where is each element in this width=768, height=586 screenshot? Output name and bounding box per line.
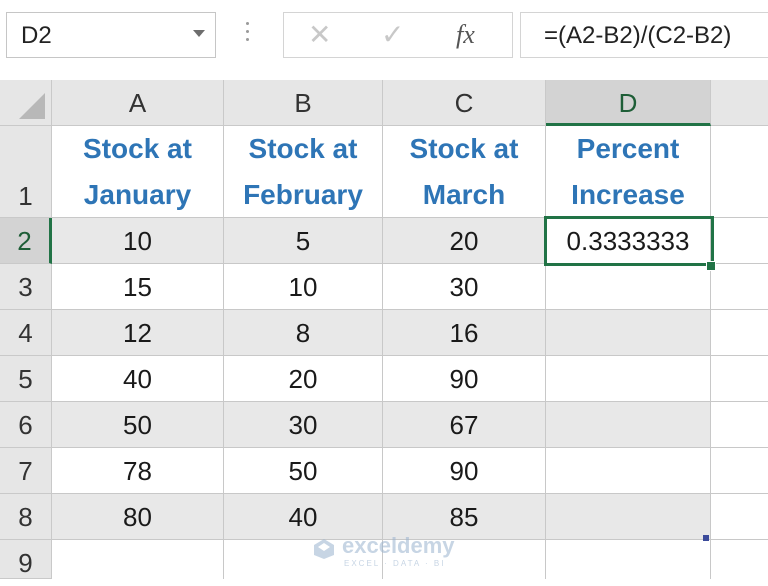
fill-handle[interactable]: [706, 261, 716, 271]
row-header-8[interactable]: 8: [0, 494, 52, 540]
select-all-button[interactable]: [0, 80, 52, 126]
row-header-9[interactable]: 9: [0, 540, 52, 579]
cell-e9[interactable]: [711, 540, 768, 579]
watermark-tagline: EXCEL · DATA · BI: [344, 559, 446, 568]
row-header-5[interactable]: 5: [0, 356, 52, 402]
cell-e1[interactable]: [711, 126, 768, 218]
cell-e6[interactable]: [711, 402, 768, 448]
cell-e5[interactable]: [711, 356, 768, 402]
cell-b7[interactable]: 50: [224, 448, 383, 494]
drag-grip-icon[interactable]: [246, 22, 250, 48]
column-header-c[interactable]: C: [383, 80, 546, 126]
cell-c1[interactable]: Stock at March: [383, 126, 546, 218]
row-header-2[interactable]: 2: [0, 218, 52, 264]
formula-text: =(A2-B2)/(C2-B2): [544, 22, 732, 49]
row-header-7[interactable]: 7: [0, 448, 52, 494]
cell-d4[interactable]: [546, 310, 711, 356]
cell-c1-line2: March: [422, 179, 506, 210]
cell-a9[interactable]: [52, 540, 224, 579]
cell-d9[interactable]: [546, 540, 711, 579]
column-header-a[interactable]: A: [52, 80, 224, 126]
cell-a4[interactable]: 12: [52, 310, 224, 356]
cell-d8[interactable]: [546, 494, 711, 540]
active-cell-border: [544, 216, 714, 266]
chevron-down-icon[interactable]: [193, 30, 205, 37]
cell-b2[interactable]: 5: [224, 218, 383, 264]
name-box-value: D2: [21, 22, 52, 49]
check-icon[interactable]: ✓: [381, 19, 404, 51]
cell-a1[interactable]: Stock at January: [52, 126, 224, 218]
formula-input[interactable]: =(A2-B2)/(C2-B2): [520, 12, 768, 58]
cell-b6[interactable]: 30: [224, 402, 383, 448]
cell-b1-line2: February: [243, 179, 363, 210]
cell-d1[interactable]: Percent Increase: [546, 126, 711, 218]
cell-c5[interactable]: 90: [383, 356, 546, 402]
row-header-6[interactable]: 6: [0, 402, 52, 448]
cell-a2[interactable]: 10: [52, 218, 224, 264]
cell-c3[interactable]: 30: [383, 264, 546, 310]
cell-b1-line1: Stock at: [248, 133, 358, 164]
cancel-icon[interactable]: ✕: [308, 19, 331, 51]
formula-buttons: ✕ ✓ fx: [283, 12, 513, 58]
select-all-triangle-icon: [19, 93, 45, 119]
cell-c2[interactable]: 20: [383, 218, 546, 264]
cell-b1[interactable]: Stock at February: [224, 126, 383, 218]
cell-c1-line1: Stock at: [409, 133, 519, 164]
cell-d6[interactable]: [546, 402, 711, 448]
cell-c7[interactable]: 90: [383, 448, 546, 494]
cell-a5[interactable]: 40: [52, 356, 224, 402]
formula-bar: D2 ✕ ✓ fx =(A2-B2)/(C2-B2): [0, 0, 768, 74]
cell-b4[interactable]: 8: [224, 310, 383, 356]
cell-b3[interactable]: 10: [224, 264, 383, 310]
cell-c6[interactable]: 67: [383, 402, 546, 448]
insert-function-icon[interactable]: fx: [456, 20, 475, 50]
cell-d3[interactable]: [546, 264, 711, 310]
cell-d1-line2: Increase: [571, 179, 685, 210]
row-header-1[interactable]: 1: [0, 126, 52, 218]
row-header-4[interactable]: 4: [0, 310, 52, 356]
cell-a7[interactable]: 78: [52, 448, 224, 494]
watermark-name: exceldemy: [342, 533, 455, 558]
cell-e7[interactable]: [711, 448, 768, 494]
name-box[interactable]: D2: [6, 12, 216, 58]
row-header-3[interactable]: 3: [0, 264, 52, 310]
quick-analysis-marker-icon[interactable]: [703, 535, 709, 541]
watermark: exceldemy EXCEL · DATA · BI: [312, 533, 462, 573]
column-header-e[interactable]: [711, 80, 768, 126]
cell-b5[interactable]: 20: [224, 356, 383, 402]
column-header-b[interactable]: B: [224, 80, 383, 126]
column-header-d[interactable]: D: [546, 80, 711, 126]
cell-a1-line2: January: [83, 179, 192, 210]
cell-e4[interactable]: [711, 310, 768, 356]
cell-a8[interactable]: 80: [52, 494, 224, 540]
cell-e8[interactable]: [711, 494, 768, 540]
cell-d5[interactable]: [546, 356, 711, 402]
cell-a1-line1: Stock at: [83, 133, 192, 164]
cell-d7[interactable]: [546, 448, 711, 494]
cell-e3[interactable]: [711, 264, 768, 310]
cell-c4[interactable]: 16: [383, 310, 546, 356]
cell-a3[interactable]: 15: [52, 264, 224, 310]
exceldemy-logo-icon: [314, 539, 334, 559]
cell-a6[interactable]: 50: [52, 402, 224, 448]
cell-e2[interactable]: [711, 218, 768, 264]
cell-d1-line1: Percent: [576, 133, 680, 164]
